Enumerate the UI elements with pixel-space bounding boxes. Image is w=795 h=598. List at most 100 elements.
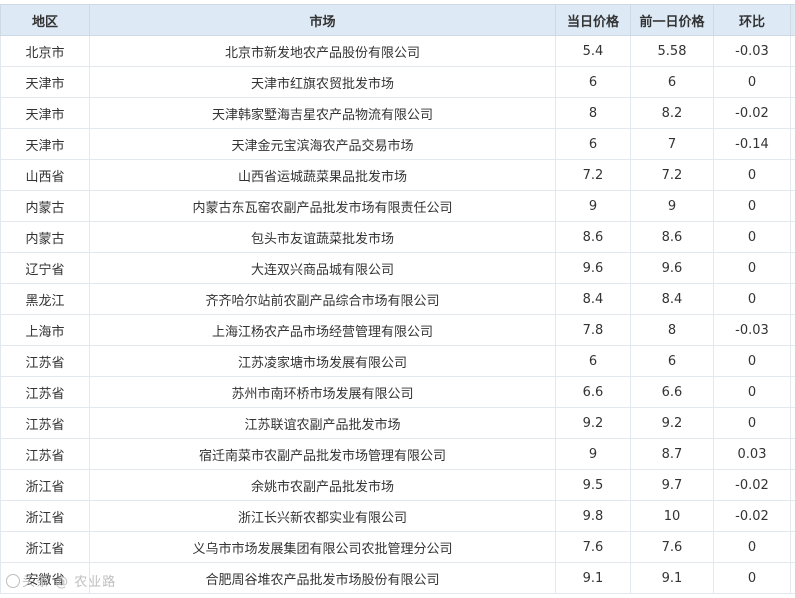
cell-today-price: 6 [555,66,631,98]
cell-today-price: 9.2 [555,407,631,439]
cell-edge [790,190,795,222]
cell-edge [790,469,795,501]
cell-edge [790,500,795,532]
cell-edge [790,252,795,284]
table-row[interactable]: 天津市 天津韩家墅海吉星农产品物流有限公司 8 8.2 -0.02 [0,97,795,129]
cell-edge [790,407,795,439]
header-today-price[interactable]: 当日价格 [555,4,631,36]
cell-change: 0 [713,407,791,439]
cell-prev-price: 7 [630,128,714,160]
table-row[interactable]: 天津市 天津市红旗农贸批发市场 6 6 0 [0,66,795,98]
cell-today-price: 8.4 [555,283,631,315]
cell-edge [790,562,795,594]
cell-change: -0.03 [713,35,791,67]
cell-prev-price: 6 [630,66,714,98]
cell-market: 内蒙古东瓦窑农副产品批发市场有限责任公司 [89,190,556,222]
cell-region: 黑龙江 [0,283,90,315]
cell-prev-price: 7.2 [630,159,714,191]
cell-market: 苏州市南环桥市场发展有限公司 [89,376,556,408]
cell-today-price: 8.6 [555,221,631,253]
header-region[interactable]: 地区 [0,4,90,36]
cell-prev-price: 9.7 [630,469,714,501]
table-body: 北京市 北京市新发地农产品股份有限公司 5.4 5.58 -0.03 天津市 天津市红旗农贸… [0,35,795,594]
table-row[interactable]: 江苏省 苏州市南环桥市场发展有限公司 6.6 6.6 0 [0,376,795,408]
cell-prev-price: 6 [630,345,714,377]
cell-region: 内蒙古 [0,221,90,253]
table-row[interactable]: 浙江省 浙江长兴新农都实业有限公司 9.8 10 -0.02 [0,500,795,532]
cell-market: 浙江长兴新农都实业有限公司 [89,500,556,532]
cell-market: 北京市新发地农产品股份有限公司 [89,35,556,67]
cell-edge [790,97,795,129]
table-row[interactable]: 天津市 天津金元宝滨海农产品交易市场 6 7 -0.14 [0,128,795,160]
cell-edge [790,345,795,377]
table-row[interactable]: 内蒙古 内蒙古东瓦窑农副产品批发市场有限责任公司 9 9 0 [0,190,795,222]
table-row[interactable]: 江苏省 宿迁南菜市农副产品批发市场管理有限公司 9 8.7 0.03 [0,438,795,470]
table-row[interactable]: 上海市 上海江杨农产品市场经营管理有限公司 7.8 8 -0.03 [0,314,795,346]
cell-prev-price: 10 [630,500,714,532]
cell-today-price: 7.8 [555,314,631,346]
cell-edge [790,314,795,346]
cell-market: 山西省运城蔬菜果品批发市场 [89,159,556,191]
cell-change: -0.02 [713,97,791,129]
cell-prev-price: 8.6 [630,221,714,253]
cell-region: 内蒙古 [0,190,90,222]
cell-change: -0.02 [713,469,791,501]
cell-change: -0.14 [713,128,791,160]
table-row[interactable]: 北京市 北京市新发地农产品股份有限公司 5.4 5.58 -0.03 [0,35,795,67]
cell-today-price: 6 [555,128,631,160]
table-row[interactable]: 江苏省 江苏联谊农副产品批发市场 9.2 9.2 0 [0,407,795,439]
table-row[interactable]: 浙江省 义乌市市场发展集团有限公司农批管理分公司 7.6 7.6 0 [0,531,795,563]
cell-change: 0 [713,531,791,563]
cell-market: 天津金元宝滨海农产品交易市场 [89,128,556,160]
cell-edge [790,376,795,408]
cell-edge [790,221,795,253]
cell-prev-price: 6.6 [630,376,714,408]
table-row[interactable]: 内蒙古 包头市友谊蔬菜批发市场 8.6 8.6 0 [0,221,795,253]
cell-change: 0 [713,283,791,315]
cell-change: -0.02 [713,500,791,532]
cell-prev-price: 9.6 [630,252,714,284]
cell-today-price: 9 [555,438,631,470]
cell-market: 江苏凌家塘市场发展有限公司 [89,345,556,377]
table-row[interactable]: 辽宁省 大连双兴商品城有限公司 9.6 9.6 0 [0,252,795,284]
table-row[interactable]: 山西省 山西省运城蔬菜果品批发市场 7.2 7.2 0 [0,159,795,191]
header-prev-price[interactable]: 前一日价格 [630,4,714,36]
cell-market: 包头市友谊蔬菜批发市场 [89,221,556,253]
cell-change: 0 [713,376,791,408]
cell-market: 大连双兴商品城有限公司 [89,252,556,284]
cell-region: 北京市 [0,35,90,67]
cell-region: 江苏省 [0,345,90,377]
cell-change: 0 [713,190,791,222]
header-change[interactable]: 环比 [713,4,791,36]
cell-region: 天津市 [0,97,90,129]
cell-region: 天津市 [0,128,90,160]
table-row[interactable]: 安徽省 合肥周谷堆农产品批发市场股份有限公司 9.1 9.1 0 [0,562,795,594]
cell-today-price: 7.6 [555,531,631,563]
cell-prev-price: 7.6 [630,531,714,563]
cell-today-price: 9.8 [555,500,631,532]
cell-region: 天津市 [0,66,90,98]
cell-today-price: 9.6 [555,252,631,284]
cell-region: 辽宁省 [0,252,90,284]
cell-prev-price: 8.7 [630,438,714,470]
table-row[interactable]: 浙江省 余姚市农副产品批发市场 9.5 9.7 -0.02 [0,469,795,501]
header-edge [790,4,795,36]
cell-change: 0 [713,221,791,253]
cell-region: 山西省 [0,159,90,191]
cell-today-price: 6 [555,345,631,377]
cell-today-price: 9 [555,190,631,222]
table-row[interactable]: 黑龙江 齐齐哈尔站前农副产品综合市场有限公司 8.4 8.4 0 [0,283,795,315]
cell-edge [790,66,795,98]
cell-region: 江苏省 [0,438,90,470]
cell-today-price: 8 [555,97,631,129]
cell-market: 上海江杨农产品市场经营管理有限公司 [89,314,556,346]
header-market[interactable]: 市场 [89,4,556,36]
cell-region: 浙江省 [0,500,90,532]
cell-today-price: 9.1 [555,562,631,594]
cell-region: 江苏省 [0,407,90,439]
cell-region: 上海市 [0,314,90,346]
cell-prev-price: 5.58 [630,35,714,67]
cell-market: 江苏联谊农副产品批发市场 [89,407,556,439]
cell-edge [790,531,795,563]
table-row[interactable]: 江苏省 江苏凌家塘市场发展有限公司 6 6 0 [0,345,795,377]
